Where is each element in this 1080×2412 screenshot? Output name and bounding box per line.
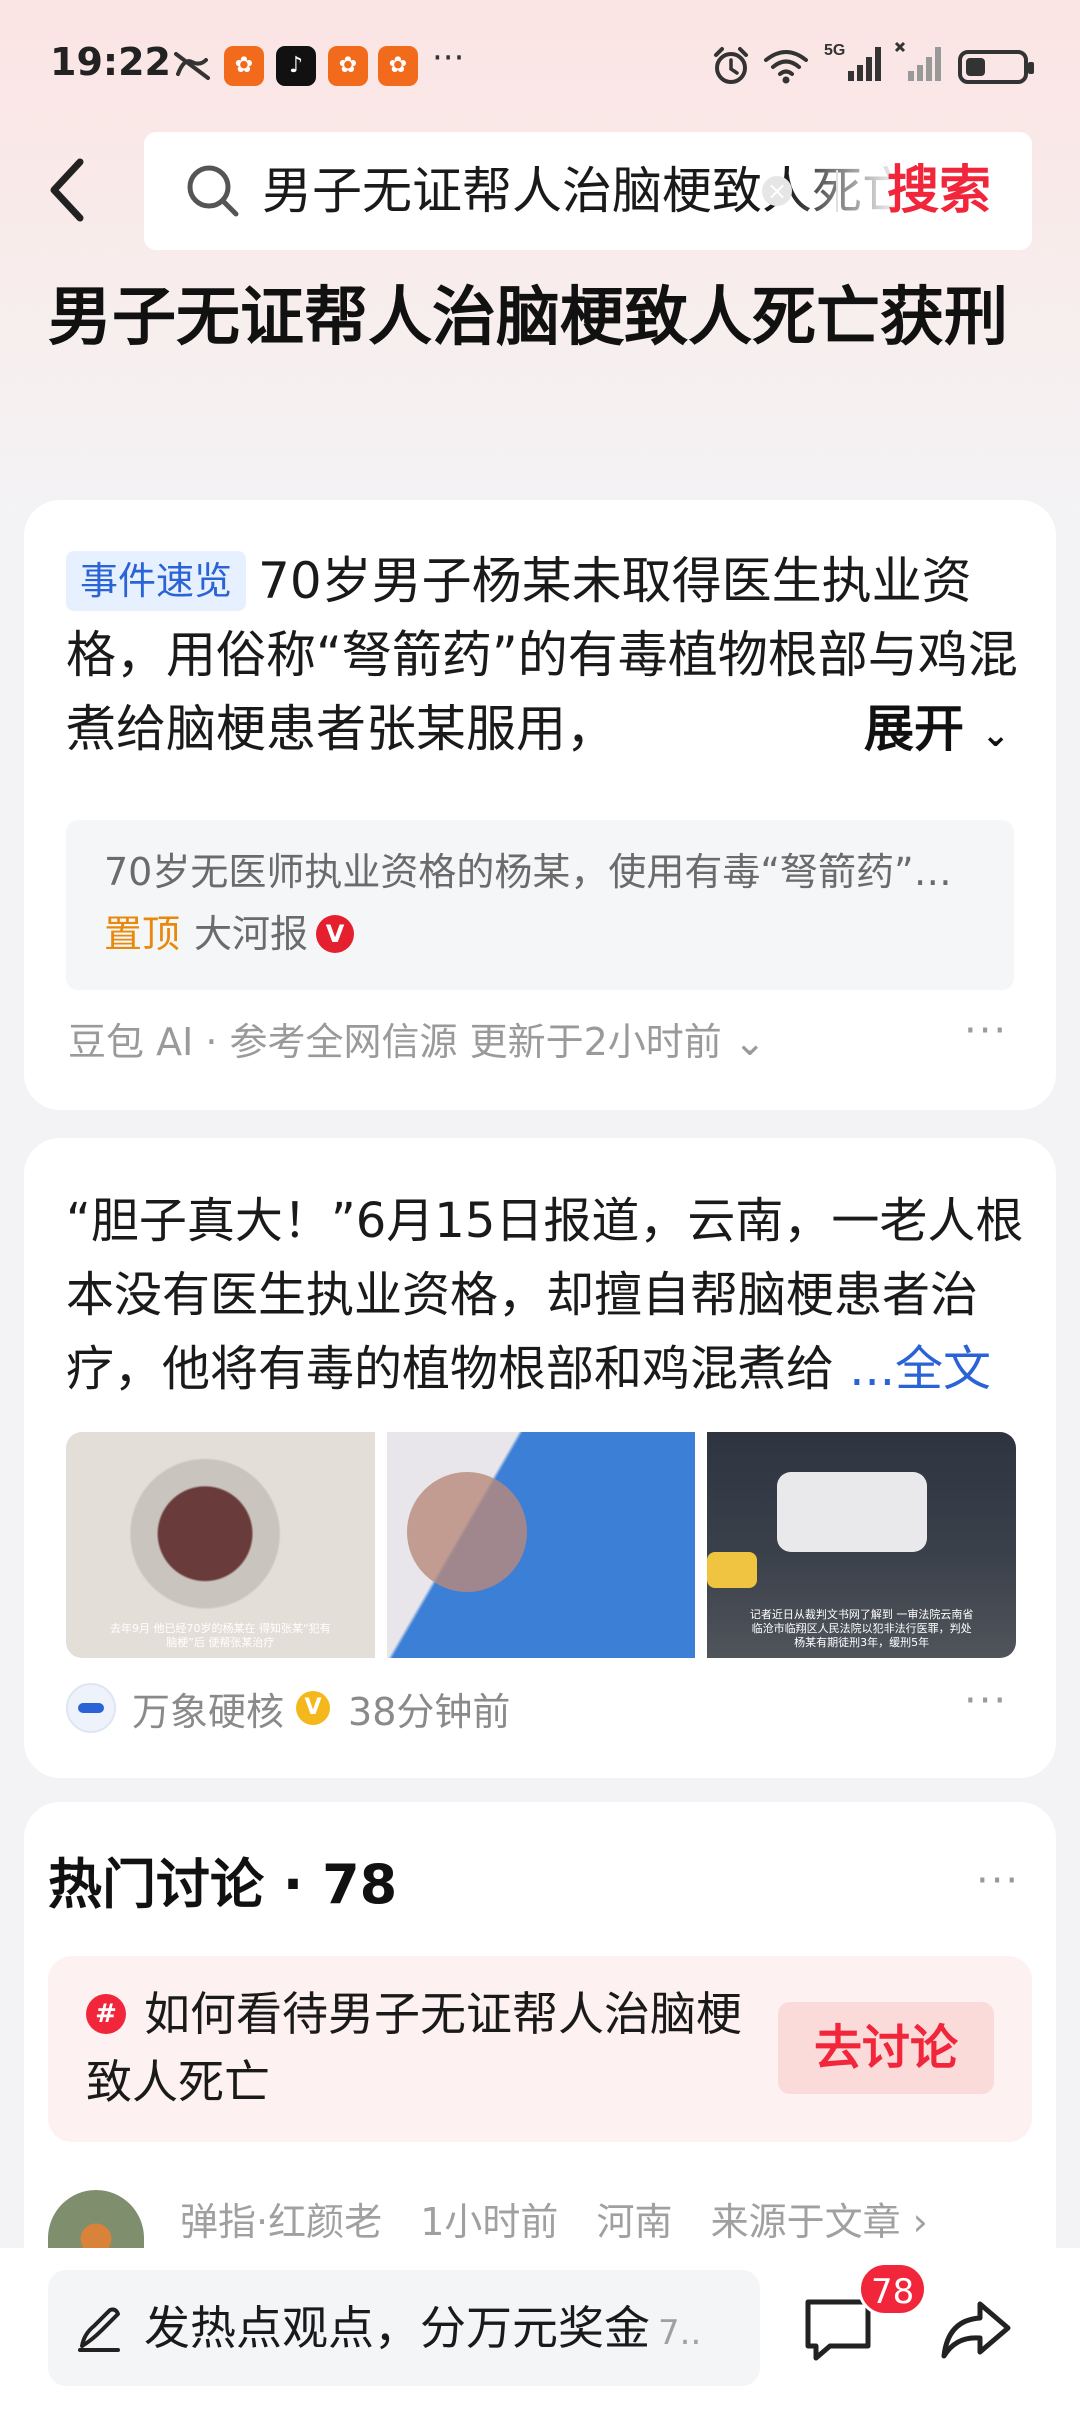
ai-meta-text: 豆包 AI · 参考全网信源 更新于2小时前 (68, 1020, 722, 1064)
status-bar: 19:22 ✿ ♪ ✿ ✿ ··· 5G (0, 0, 1080, 130)
kuaishou-app-icon: ✿ (224, 46, 264, 86)
discussion-topic[interactable]: # 如何看待男子无证帮人治脑梗致人死亡 去讨论 (48, 1956, 1032, 2142)
event-tag: 事件速览 (66, 551, 247, 611)
image-caption: 记者近日从裁判文书网了解到 一审法院云南省临沧市临翔区人民法院以犯非法行医罪，判… (749, 1608, 974, 1649)
comment-meta: 弹指·红颜老 1小时前 河南 来源于文章 › (180, 2192, 954, 2252)
kuaishou-app-icon-2: ✿ (328, 46, 368, 86)
chevron-down-icon: ⌄ (981, 715, 1010, 755)
search-icon (187, 165, 239, 217)
quote-text: 70岁无医师执业资格的杨某，使用有毒“弩箭药”的有毒植物根部与鸡混煮给脑梗患者服… (104, 850, 984, 894)
status-time: 19:22 (50, 40, 171, 84)
input-suffix: 7.. (658, 2313, 702, 2353)
full-text-link[interactable]: ...全文 (849, 1341, 991, 1397)
back-button[interactable] (42, 150, 92, 230)
more-options-icon[interactable]: ··· (964, 1008, 1008, 1054)
author-row: 万象硬核 V 38分钟前 (66, 1678, 510, 1738)
alarm-icon (710, 46, 752, 86)
article-images: 去年9月 他已经70岁的杨某在 得知张某“犯有脑梗”后 便帮张某治疗 记者近日从… (66, 1432, 1017, 1658)
article-image[interactable]: 去年9月 他已经70岁的杨某在 得知张某“犯有脑梗”后 便帮张某治疗 (66, 1432, 375, 1658)
battery-icon (958, 50, 1034, 84)
pinned-label: 置顶 (104, 912, 181, 956)
pen-icon (78, 2307, 120, 2352)
search-button[interactable]: 搜索 (864, 156, 1014, 226)
publish-time: 38分钟前 (348, 1689, 511, 1734)
search-divider (836, 170, 838, 212)
expand-button[interactable]: 展开 ⌄ (850, 692, 1010, 772)
section-title: 热门讨论 · 78 (48, 1853, 398, 1916)
back-arrow-icon (50, 158, 84, 222)
expand-label: 展开 (864, 700, 964, 758)
article-image[interactable] (386, 1432, 696, 1658)
image-caption: 去年9月 他已经70岁的杨某在 得知张某“犯有脑梗”后 便帮张某治疗 (109, 1622, 331, 1649)
article-image[interactable]: 记者近日从裁判文书网了解到 一审法院云南省临沧市临翔区人民法院以犯非法行医罪，判… (707, 1432, 1017, 1658)
event-summary-card: 事件速览 70岁男子杨某未取得医生执业资格，用俗称“弩箭药”的有毒植物根部与鸡混煮… (24, 500, 1056, 1110)
input-prompt: 发热点观点，分万元奖金 (144, 2301, 650, 2355)
status-more-icon: ··· (432, 38, 465, 78)
article-text: “胆子真大！”6月15日报道，云南，一老人根本没有医生执业资格，却擅自帮脑梗患者… (66, 1184, 1036, 1406)
page-title: 男子无证帮人治脑梗致人死亡获刑 (48, 281, 1008, 355)
more-options-icon[interactable]: ··· (976, 1858, 1020, 1904)
bottom-action-bar: 发热点观点，分万元奖金 7.. 78 (0, 2248, 1080, 2412)
news-article-card[interactable]: “胆子真大！”6月15日报道，云南，一老人根本没有医生执业资格，却擅自帮脑梗患者… (24, 1138, 1056, 1778)
wifi-icon (762, 46, 810, 86)
author-name[interactable]: 万象硬核 (132, 1681, 284, 1736)
join-discussion-button[interactable]: 去讨论 (778, 2002, 994, 2094)
verified-badge-icon: V (316, 915, 355, 953)
search-input[interactable]: 男子无证帮人治脑梗致人死亡获刑 (262, 156, 902, 226)
more-options-icon[interactable]: ··· (964, 1678, 1008, 1724)
chevron-down-icon: ⌄ (733, 1020, 766, 1064)
verified-badge-icon: V (296, 1691, 331, 1725)
do-not-disturb-icon (172, 46, 212, 86)
share-icon[interactable] (936, 2290, 1016, 2370)
comment-source-link[interactable]: 来源于文章 › (711, 2200, 928, 2244)
comment-location: 河南 (596, 2200, 673, 2244)
commenter-name[interactable]: 弹指·红颜老 (180, 2200, 382, 2244)
opinion-input[interactable]: 发热点观点，分万元奖金 7.. (48, 2270, 760, 2386)
svg-text:5G: 5G (824, 42, 845, 59)
comment-count-badge: 78 (858, 2262, 928, 2316)
ai-source-meta[interactable]: 豆包 AI · 参考全网信源 更新于2小时前 ⌄ (68, 1014, 766, 1070)
topic-text: 如何看待男子无证帮人治脑梗致人死亡 (86, 1987, 742, 2109)
kuaishou-app-icon-3: ✿ (378, 46, 418, 86)
signal-5g-icon: 5G (822, 42, 886, 82)
clear-search-icon[interactable]: × (762, 176, 792, 206)
input-placeholder: 发热点观点，分万元奖金 7.. (144, 2294, 701, 2367)
comment-time: 1小时前 (420, 2200, 559, 2244)
source-name: 大河报 (194, 912, 309, 956)
search-bar[interactable]: 男子无证帮人治脑梗致人死亡获刑 × 搜索 (144, 132, 1032, 250)
signal-sim2-icon (894, 41, 944, 82)
battery-level (966, 58, 985, 76)
author-avatar[interactable] (66, 1683, 116, 1733)
quote-meta: 置顶 大河报 V (104, 906, 355, 962)
source-quote[interactable]: 70岁无医师执业资格的杨某，使用有毒“弩箭药”的有毒植物根部与鸡混煮给脑梗患者服… (66, 820, 1014, 990)
tiktok-app-icon: ♪ (276, 46, 316, 86)
